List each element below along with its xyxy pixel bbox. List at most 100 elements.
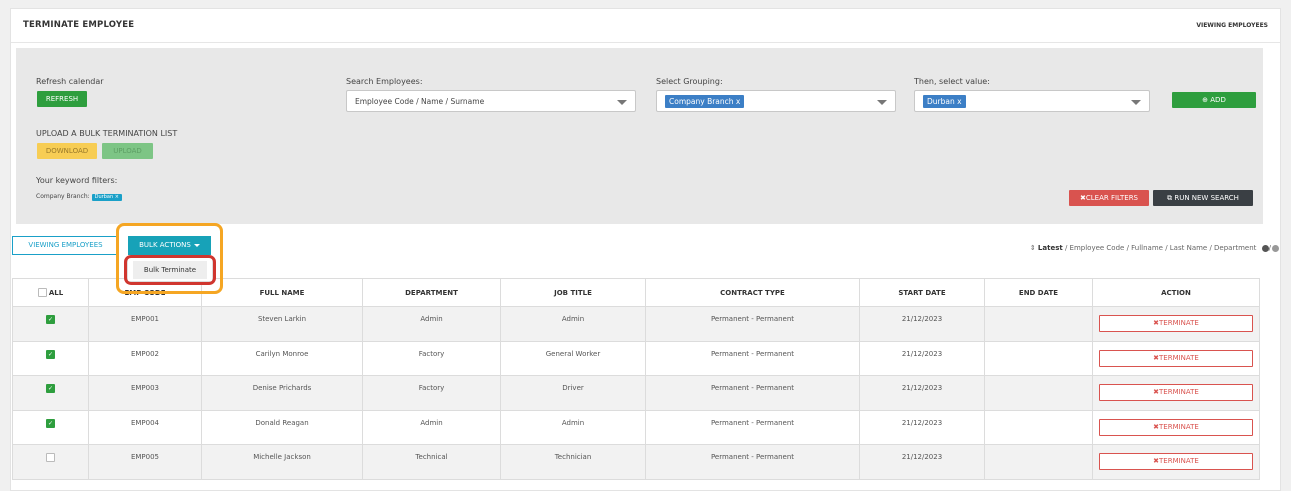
- column-header[interactable]: DEPARTMENT: [362, 278, 501, 307]
- keyword-filter-name: Company Branch:: [36, 193, 90, 200]
- sort-latest[interactable]: Latest: [1038, 244, 1063, 252]
- contract-type-cell: Permanent - Permanent: [645, 444, 860, 480]
- select-grouping-label: Select Grouping:: [656, 77, 723, 86]
- column-header[interactable]: CONTRACT TYPE: [645, 278, 860, 307]
- end-date-cell: [984, 306, 1093, 342]
- table-row: ✓ EMP002 Carilyn Monroe Factory General …: [12, 340, 1260, 376]
- all-label: ALL: [48, 288, 64, 297]
- select-all-header[interactable]: ALL: [12, 278, 89, 307]
- table-row: EMP005 Michelle Jackson Technical Techni…: [12, 444, 1260, 480]
- department-cell: Factory: [362, 375, 501, 411]
- terminate-button[interactable]: ✖TERMINATE: [1099, 349, 1253, 367]
- end-date-cell: [984, 409, 1093, 445]
- contract-type-cell: Permanent - Permanent: [645, 340, 860, 376]
- search-employees-label: Search Employees:: [346, 77, 423, 86]
- search-placeholder: Employee Code / Name / Surname: [355, 97, 485, 106]
- start-date-cell: 21/12/2023: [859, 444, 985, 480]
- refresh-button[interactable]: REFRESH: [37, 91, 87, 107]
- emp-code-cell: EMP003: [88, 375, 202, 411]
- terminate-button[interactable]: ✖TERMINATE: [1099, 384, 1253, 401]
- sort-ascending-icon[interactable]: [1261, 244, 1269, 252]
- end-date-cell: [984, 340, 1093, 376]
- bulk-termination-label: UPLOAD A BULK TERMINATION LIST: [36, 129, 178, 138]
- column-header[interactable]: JOB TITLE: [500, 278, 646, 307]
- full-name-cell: Steven Larkin: [201, 306, 363, 342]
- row-checkbox[interactable]: ✓: [46, 384, 55, 393]
- highlight-annotation-red: [124, 255, 216, 285]
- sort-options: ⇕ Latest / Employee Code / Fullname / La…: [1030, 244, 1279, 252]
- run-new-search-button[interactable]: ⧉ RUN NEW SEARCH: [1153, 190, 1253, 206]
- row-checkbox[interactable]: ✓: [46, 315, 55, 324]
- select-value-label: Then, select value:: [914, 77, 990, 86]
- sort-icon: ⇕: [1029, 244, 1036, 252]
- chip-remove-icon[interactable]: x: [957, 97, 961, 106]
- start-date-cell: 21/12/2023: [859, 306, 985, 342]
- start-date-cell: 21/12/2023: [859, 340, 985, 376]
- emp-code-cell: EMP001: [88, 306, 202, 342]
- chevron-down-icon: [877, 100, 887, 105]
- top-strip: [0, 0, 1291, 8]
- full-name-cell: Denise Prichards: [201, 375, 363, 411]
- department-cell: Technical: [362, 444, 501, 480]
- grouping-chip-label: Company Branch: [669, 97, 734, 106]
- grouping-chip[interactable]: Company Branch x: [665, 95, 745, 108]
- run-new-search-label: RUN NEW SEARCH: [1174, 194, 1239, 202]
- upload-button[interactable]: UPLOAD: [102, 143, 153, 159]
- emp-code-cell: EMP004: [88, 409, 202, 445]
- clear-filters-button[interactable]: ✖CLEAR FILTERS: [1069, 190, 1149, 206]
- card-header: TERMINATE EMPLOYEE VIEWING EMPLOYEES: [11, 9, 1280, 43]
- select-all-checkbox[interactable]: [37, 288, 47, 297]
- full-name-cell: Michelle Jackson: [201, 444, 363, 480]
- filter-panel: Refresh calendar REFRESH Search Employee…: [16, 48, 1263, 224]
- table-row: ✓ EMP001 Steven Larkin Admin Admin Perma…: [12, 306, 1260, 342]
- refresh-calendar-label: Refresh calendar: [36, 77, 104, 86]
- download-button[interactable]: DOWNLOAD: [37, 143, 97, 159]
- emp-code-cell: EMP005: [88, 444, 202, 480]
- viewing-employees-label: VIEWING EMPLOYEES: [1196, 22, 1268, 29]
- sort-other-options[interactable]: / Employee Code / Fullname / Last Name /…: [1063, 244, 1256, 252]
- keyword-filter: Company Branch: Durban ×: [36, 193, 122, 201]
- row-checkbox[interactable]: [46, 453, 55, 462]
- job-title-cell: Admin: [500, 306, 646, 342]
- grouping-select[interactable]: Company Branch x: [656, 90, 896, 112]
- viewing-employees-button[interactable]: VIEWING EMPLOYEES: [12, 236, 119, 255]
- column-header[interactable]: END DATE: [984, 278, 1093, 307]
- value-chip[interactable]: Durban x: [923, 95, 966, 108]
- column-header[interactable]: START DATE: [859, 278, 985, 307]
- start-date-cell: 21/12/2023: [859, 375, 985, 411]
- terminate-button[interactable]: ✖TERMINATE: [1099, 315, 1253, 332]
- job-title-cell: General Worker: [500, 340, 646, 376]
- department-cell: Admin: [362, 306, 501, 342]
- terminate-label: TERMINATE: [1159, 388, 1199, 396]
- add-button[interactable]: ⊕ ADD: [1172, 92, 1256, 108]
- value-chip-label: Durban: [927, 97, 955, 106]
- column-header: ACTION: [1092, 278, 1260, 307]
- row-checkbox[interactable]: ✓: [46, 418, 55, 428]
- external-link-icon: ⧉: [1167, 194, 1173, 202]
- end-date-cell: [984, 444, 1093, 480]
- start-date-cell: 21/12/2023: [859, 409, 985, 445]
- value-select[interactable]: Durban x: [914, 90, 1150, 112]
- keyword-filter-badge[interactable]: Durban ×: [91, 194, 122, 201]
- chip-remove-icon[interactable]: x: [736, 97, 740, 106]
- employees-table: ALL EMP CODE FULL NAME DEPARTMENT JOB TI…: [12, 278, 1260, 480]
- emp-code-cell: EMP002: [88, 340, 202, 376]
- terminate-button[interactable]: ✖TERMINATE: [1099, 453, 1253, 470]
- row-checkbox[interactable]: ✓: [46, 349, 55, 359]
- contract-type-cell: Permanent - Permanent: [645, 409, 860, 445]
- terminate-button[interactable]: ✖TERMINATE: [1099, 418, 1253, 436]
- page-title: TERMINATE EMPLOYEE: [23, 20, 135, 30]
- plus-circle-icon: ⊕: [1202, 96, 1209, 104]
- full-name-cell: Carilyn Monroe: [201, 340, 363, 376]
- end-date-cell: [984, 375, 1093, 411]
- sort-descending-icon[interactable]: [1272, 244, 1279, 252]
- job-title-cell: Technician: [500, 444, 646, 480]
- column-header[interactable]: FULL NAME: [201, 278, 363, 307]
- search-employees-select[interactable]: Employee Code / Name / Surname: [346, 90, 636, 112]
- contract-type-cell: Permanent - Permanent: [645, 306, 860, 342]
- job-title-cell: Admin: [500, 409, 646, 445]
- add-button-label: ADD: [1210, 96, 1226, 104]
- clear-filters-label: CLEAR FILTERS: [1085, 194, 1138, 202]
- keyword-filters-label: Your keyword filters:: [36, 176, 118, 185]
- chevron-down-icon: [617, 100, 627, 105]
